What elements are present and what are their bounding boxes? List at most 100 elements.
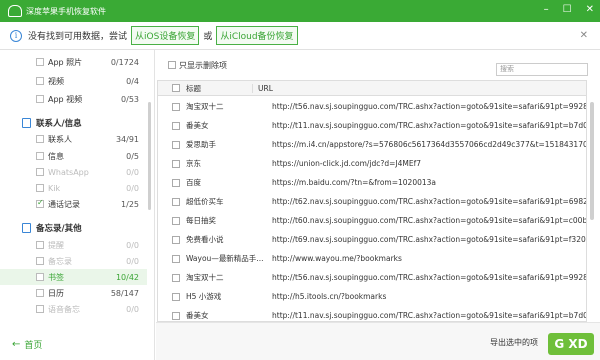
checkbox[interactable] [36,152,44,160]
table-row[interactable]: 爱思助手 https://m.i4.cn/appstore/?s=576806c… [158,135,586,154]
row-checkbox[interactable] [172,197,180,206]
sidebar-item-label: 通话记录 [48,199,80,209]
or-text: 或 [203,32,213,42]
info-close-icon[interactable]: ✕ [580,30,588,41]
back-home-button[interactable]: ← 首页 [0,332,155,356]
sidebar-item-count: 0/0 [126,183,139,193]
checkbox[interactable] [36,241,44,249]
table-row[interactable]: 超低价买车 http://t62.nav.sj.soupingguo.com/T… [158,192,586,211]
checkbox[interactable] [36,135,44,143]
minimize-button[interactable]: – [544,4,549,16]
table-row[interactable]: 淘宝双十二 http://t56.nav.sj.soupingguo.com/T… [158,268,586,287]
checkbox[interactable] [36,95,44,103]
sidebar-item-count: 0/1724 [110,57,139,67]
row-url: http://www.wayou.me/?bookmarks [272,254,402,263]
watermark-logo: G XD [548,333,594,355]
back-home-label: 首页 [24,340,43,351]
recover-from-ios-button[interactable]: 从iOS设备恢复 [131,26,200,45]
row-checkbox[interactable] [172,254,180,263]
show-deleted-only-label: 只显示删除项 [179,60,227,70]
column-header-url[interactable]: URL [252,83,273,93]
table-row[interactable]: 每日抽奖 http://t60.nav.sj.soupingguo.com/TR… [158,211,587,230]
sidebar-item-label: App 视频 [48,94,83,104]
row-checkbox[interactable] [172,159,180,168]
sidebar-group-notes-other[interactable]: 备忘录/其他 [0,220,147,236]
sidebar-item-label: 信息 [48,151,64,161]
table-row[interactable]: 淘宝双十二 http://t56.nav.sj.soupingguo.com/T… [158,97,586,116]
checkbox[interactable] [36,198,44,208]
sidebar-group-contacts[interactable]: 联系人/信息 [0,115,147,131]
sidebar-item-videos[interactable]: 视频 0/4 [0,73,147,89]
sidebar-item-notes[interactable]: 备忘录 0/0 [0,253,147,269]
row-url: http://t62.nav.sj.soupingguo.com/TRC.ash… [272,197,586,206]
row-title: 番美女 [186,311,209,320]
sidebar-item-label: WhatsApp [48,167,89,177]
sidebar-item-label: Kik [48,183,61,193]
sidebar-item-count: 0/0 [126,167,139,177]
select-all-checkbox[interactable] [172,84,180,92]
checkbox[interactable] [36,273,44,281]
show-deleted-only-checkbox[interactable] [168,61,176,69]
sidebar-item-count: 10/42 [115,272,139,282]
scrollbar-thumb[interactable] [590,102,594,220]
sidebar-item-call-log[interactable]: 通话记录 1/25 [0,196,147,212]
table-row[interactable]: Wayou—最新精品手... http://www.wayou.me/?book… [158,249,586,268]
sidebar-item-label: 提醒 [48,240,64,250]
sidebar-item-voice-memos[interactable]: 语音备忘 0/0 [0,301,147,317]
export-selected-button[interactable]: 导出选中的项 [490,337,538,348]
sidebar-item-app-photos[interactable]: App 照片 0/1724 [0,54,147,70]
row-checkbox[interactable] [172,292,180,301]
sidebar-scrollbar[interactable] [148,102,151,210]
sidebar-item-reminders[interactable]: 提醒 0/0 [0,237,147,253]
sidebar-item-label: 视频 [48,76,64,86]
sidebar-item-whatsapp[interactable]: WhatsApp 0/0 [0,164,147,180]
row-checkbox[interactable] [172,102,180,111]
row-checkbox[interactable] [172,311,180,320]
checkbox[interactable] [36,289,44,297]
row-checkbox[interactable] [172,178,180,187]
close-button[interactable]: ✕ [586,4,594,16]
checkbox[interactable] [36,305,44,313]
table-row[interactable]: 免费看小说 http://t69.nav.sj.soupingguo.com/T… [158,230,586,249]
table-row[interactable]: 京东 https://union-click.jd.com/jdc?d=J4ME… [158,154,586,173]
row-checkbox[interactable] [172,235,180,244]
row-checkbox[interactable] [172,121,180,130]
row-checkbox[interactable] [172,216,180,225]
table-row[interactable]: 百度 https://m.baidu.com/?tn=&from=1020013… [158,173,586,192]
row-title: H5 小游戏 [186,292,222,301]
table-row[interactable]: 番美女 http://t11.nav.sj.soupingguo.com/TRC… [158,306,586,321]
recover-from-icloud-button[interactable]: 从iCloud备份恢复 [216,26,298,45]
maximize-button[interactable]: ☐ [563,4,572,16]
sidebar-item-kik[interactable]: Kik 0/0 [0,180,147,196]
sidebar-item-count: 1/25 [121,199,139,209]
arrow-left-icon: ← [12,338,21,350]
sidebar-item-contacts[interactable]: 联系人 34/91 [0,131,147,147]
row-title: 百度 [186,178,201,187]
table-row[interactable]: 番美女 http://t11.nav.sj.soupingguo.com/TRC… [158,116,586,135]
sidebar-item-messages[interactable]: 信息 0/5 [0,148,147,164]
checkbox[interactable] [36,257,44,265]
checkbox[interactable] [36,58,44,66]
search-input[interactable]: 搜索 [496,63,588,76]
row-checkbox[interactable] [172,140,180,149]
table-row[interactable]: H5 小游戏 http://h5.itools.cn/?bookmarks [158,287,586,306]
row-url: http://t60.nav.sj.soupingguo.com/TRC.ash… [272,216,587,225]
sidebar-item-calendar[interactable]: 日历 58/147 [0,285,147,301]
title-bar: 深度苹果手机恢复软件 – ☐ ✕ [0,0,600,22]
sidebar-item-app-videos[interactable]: App 视频 0/53 [0,91,147,107]
column-header-title[interactable]: 标题 [186,83,252,94]
sidebar-item-label: App 照片 [48,57,83,67]
sidebar-item-bookmarks[interactable]: 书签 10/42 [0,269,147,285]
table-scrollbar[interactable] [588,80,596,322]
checkbox[interactable] [36,168,44,176]
row-title: Wayou—最新精品手... [186,254,264,263]
row-url: http://t69.nav.sj.soupingguo.com/TRC.ash… [272,235,586,244]
info-message: 没有找到可用数据，尝试 [28,32,128,42]
window-title: 深度苹果手机恢复软件 [26,6,106,16]
row-checkbox[interactable] [172,273,180,282]
checkbox[interactable] [36,184,44,192]
checkbox[interactable] [36,77,44,85]
sidebar-item-label: 联系人 [48,134,72,144]
info-icon: i [10,29,22,42]
bookmarks-table: 标题 URL 淘宝双十二 http://t56.nav.sj.soupinggu… [157,80,587,322]
